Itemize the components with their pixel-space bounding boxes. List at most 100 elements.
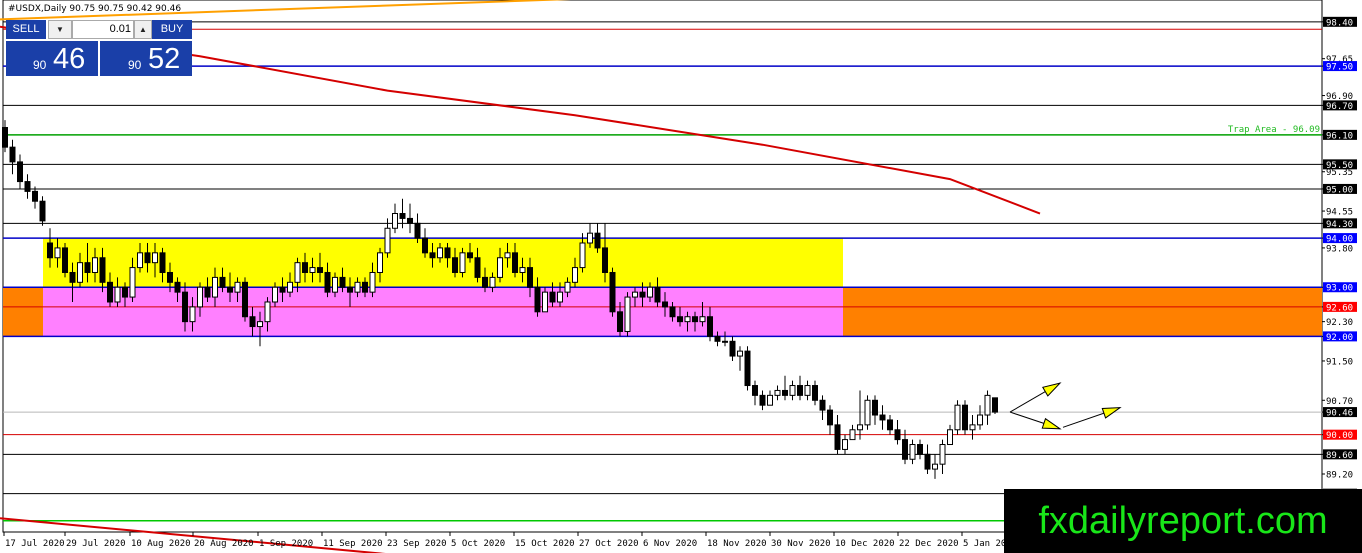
sell-button[interactable]: SELL [6,20,46,39]
candle-body[interactable] [182,291,188,323]
candle-body[interactable] [602,247,608,273]
candle-body[interactable] [392,213,398,229]
candle-body[interactable] [549,291,556,303]
candle-body[interactable] [699,316,706,323]
candle-body[interactable] [909,444,916,460]
candle-body[interactable] [294,262,301,283]
candle-body[interactable] [384,227,391,254]
candle-body[interactable] [977,414,983,426]
candle-body[interactable] [774,389,781,396]
candle-body[interactable] [954,404,961,431]
candle-body[interactable] [639,291,646,298]
candle-body[interactable] [737,350,743,357]
candle-body[interactable] [984,394,991,416]
candle-body[interactable] [84,262,91,273]
candle-body[interactable] [24,181,31,192]
candle-body[interactable] [212,276,218,298]
candle-body[interactable] [617,311,623,332]
candle-body[interactable] [54,247,61,259]
candle-body[interactable] [864,399,871,426]
candle-body[interactable] [722,340,728,343]
candle-body[interactable] [729,340,736,357]
lot-increase-button[interactable]: ▲ [134,20,152,39]
candle-body[interactable] [624,296,631,332]
candle-body[interactable] [744,350,751,387]
candle-body[interactable] [459,252,466,273]
candle-body[interactable] [47,242,53,259]
price-chart[interactable]: 98.4097.6597.5096.9096.7096.1095.5095.35… [0,0,1362,553]
candle-body[interactable] [122,286,128,298]
candle-body[interactable] [917,444,923,455]
candle-body[interactable] [474,257,481,278]
candle-body[interactable] [339,276,346,288]
candle-body[interactable] [144,252,151,264]
candle-body[interactable] [804,385,811,396]
candle-body[interactable] [939,444,946,465]
candle-body[interactable] [227,286,233,293]
candle-body[interactable] [662,301,668,308]
candle-body[interactable] [534,286,541,313]
candle-body[interactable] [594,232,601,249]
candle-body[interactable] [902,439,908,460]
candle-body[interactable] [519,267,526,273]
candle-body[interactable] [414,222,421,239]
candle-body[interactable] [782,389,788,396]
candle-body[interactable] [797,385,803,396]
candle-body[interactable] [887,419,893,431]
candle-body[interactable] [609,271,616,313]
candle-body[interactable] [429,252,436,259]
candle-body[interactable] [962,404,968,431]
candle-body[interactable] [759,394,766,406]
candle-body[interactable] [17,161,23,183]
buy-button[interactable]: BUY [152,20,192,39]
candle-body[interactable] [159,252,166,273]
candle-body[interactable] [354,281,361,293]
candle-body[interactable] [347,286,353,293]
candle-body[interactable] [114,286,121,303]
candle-body[interactable] [692,316,698,323]
candle-body[interactable] [789,385,796,396]
candle-body[interactable] [107,281,113,303]
candle-body[interactable] [167,271,173,283]
candle-body[interactable] [369,271,376,293]
candle-body[interactable] [669,306,676,318]
candle-body[interactable] [174,281,181,293]
candle-body[interactable] [677,316,683,323]
candle-body[interactable] [857,424,863,431]
candle-body[interactable] [947,429,953,446]
candle-body[interactable] [129,267,136,298]
candle-body[interactable] [137,252,143,269]
candle-body[interactable] [647,286,653,298]
candle-body[interactable] [752,385,758,396]
candle-body[interactable] [872,399,878,416]
candle-body[interactable] [587,232,593,244]
candle-body[interactable] [204,286,211,298]
candle-body[interactable] [489,276,496,288]
candle-body[interactable] [189,306,196,323]
candle-body[interactable] [557,291,563,303]
candle-body[interactable] [32,190,38,202]
candle-body[interactable] [99,257,106,283]
candle-body[interactable] [527,267,533,288]
candle-body[interactable] [219,276,226,288]
candle-body[interactable] [879,414,886,421]
candle-body[interactable] [572,267,578,283]
candle-body[interactable] [767,394,773,406]
candle-body[interactable] [894,429,901,441]
candle-body[interactable] [924,453,931,470]
candle-body[interactable] [2,127,8,148]
candle-body[interactable] [279,286,286,293]
candle-body[interactable] [422,237,428,254]
candle-body[interactable] [497,257,503,278]
sell-quote[interactable]: 90 46 [6,41,98,76]
candle-body[interactable] [399,213,406,219]
candle-body[interactable] [407,217,413,224]
lot-size-input[interactable]: 0.01 [72,20,134,39]
candle-body[interactable] [714,335,721,342]
candle-body[interactable] [77,262,83,283]
candle-body[interactable] [684,316,691,323]
candle-body[interactable] [197,286,203,308]
candle-body[interactable] [234,281,241,293]
candle-body[interactable] [309,267,316,273]
candle-body[interactable] [264,301,271,323]
